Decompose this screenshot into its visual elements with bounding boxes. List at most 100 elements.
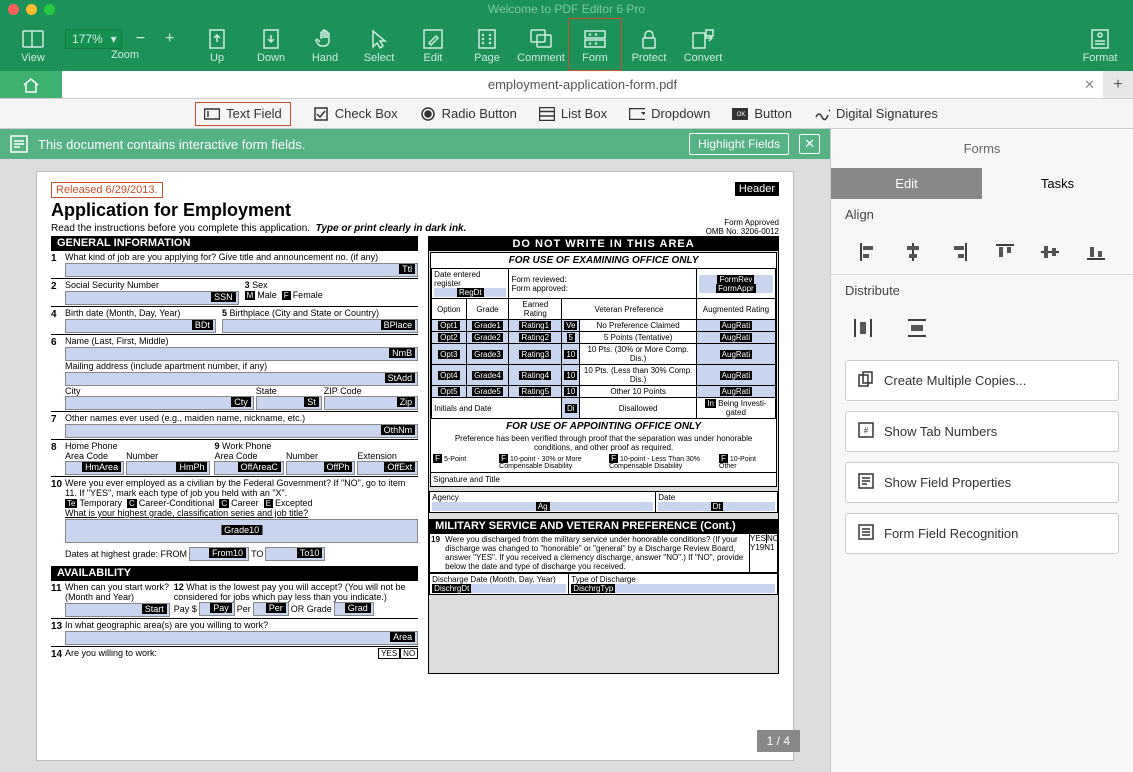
maximize-window-button[interactable] xyxy=(44,4,55,15)
sex-male-checkbox[interactable]: M xyxy=(245,291,256,300)
career-cond-checkbox[interactable]: C xyxy=(127,499,137,508)
protect-tool[interactable]: Protect xyxy=(622,18,676,71)
grade1-field[interactable]: Grade1 xyxy=(472,321,503,330)
city-field[interactable]: Cty xyxy=(65,396,254,410)
name-field[interactable]: NmB xyxy=(65,347,418,361)
birthplace-field[interactable]: BPlace xyxy=(222,319,418,333)
augrating3-field[interactable]: AugRati xyxy=(720,350,752,359)
align-right-button[interactable] xyxy=(947,240,971,264)
vp10b-field[interactable]: 10 xyxy=(564,371,577,380)
comment-tool[interactable]: Comment xyxy=(514,18,568,71)
augrating4-field[interactable]: AugRati xyxy=(720,371,752,380)
in-field[interactable]: In xyxy=(705,399,716,408)
date-field[interactable]: Dt xyxy=(711,502,723,511)
opt3-field[interactable]: Opt3 xyxy=(438,350,459,359)
address-field[interactable]: StAdd xyxy=(65,372,418,386)
grade2-field[interactable]: Grade2 xyxy=(472,333,503,342)
rating5-field[interactable]: Rating5 xyxy=(519,387,551,396)
down-tool[interactable]: Down xyxy=(244,18,298,71)
formappr-field[interactable]: FormAppr xyxy=(716,284,756,293)
button-tool[interactable]: OK Button xyxy=(732,106,792,122)
grade-field[interactable]: Grad xyxy=(334,602,374,616)
agency-field[interactable]: Ag xyxy=(536,502,550,511)
grade-to-field[interactable]: To10 xyxy=(265,547,325,561)
discharge-date-field[interactable]: DischrgDt xyxy=(432,584,471,593)
start-date-field[interactable]: Start xyxy=(65,603,170,617)
discharge-type-field[interactable]: DischrgTyp xyxy=(571,584,615,593)
pay-field[interactable]: Pay xyxy=(199,602,235,616)
zoom-select[interactable]: 177% xyxy=(65,29,122,49)
excepted-checkbox[interactable]: E xyxy=(264,499,273,508)
minimize-window-button[interactable] xyxy=(26,4,37,15)
other-names-field[interactable]: OthNm xyxy=(65,424,418,438)
birthdate-field[interactable]: BDt xyxy=(65,319,216,333)
ssn-field[interactable]: SSN xyxy=(65,291,239,305)
distribute-h-button[interactable] xyxy=(851,316,875,340)
temporary-checkbox[interactable]: Te xyxy=(65,499,77,508)
page-tool[interactable]: Page xyxy=(460,18,514,71)
home-tab[interactable] xyxy=(0,71,62,98)
opt4-field[interactable]: Opt4 xyxy=(438,371,459,380)
view-tool[interactable]: View xyxy=(6,18,60,71)
format-tool[interactable]: Format xyxy=(1073,18,1127,71)
q19-field[interactable]: Y19N1 xyxy=(750,543,774,552)
close-window-button[interactable] xyxy=(8,4,19,15)
vp5-field[interactable]: 5 xyxy=(567,333,575,342)
opt2-field[interactable]: Opt2 xyxy=(438,333,459,342)
grade3-field[interactable]: Grade3 xyxy=(472,350,503,359)
opt1-field[interactable]: Opt1 xyxy=(438,321,459,330)
highest-grade-field[interactable]: Grade10 xyxy=(65,519,418,543)
align-bottom-button[interactable] xyxy=(1084,240,1108,264)
zoom-in-button[interactable]: + xyxy=(159,30,180,48)
edit-tool[interactable]: Edit xyxy=(406,18,460,71)
state-field[interactable]: St xyxy=(256,396,322,410)
up-tool[interactable]: Up xyxy=(190,18,244,71)
distribute-v-button[interactable] xyxy=(905,316,929,340)
work-ext-field[interactable]: OffExt xyxy=(357,461,418,475)
close-tab-button[interactable]: ✕ xyxy=(1084,77,1095,93)
zoom-out-button[interactable]: − xyxy=(130,30,151,48)
select-tool[interactable]: Select xyxy=(352,18,406,71)
create-multiple-copies-button[interactable]: Create Multiple Copies... xyxy=(845,360,1119,401)
align-center-v-button[interactable] xyxy=(1038,240,1062,264)
home-area-field[interactable]: HmArea xyxy=(65,461,124,475)
new-tab-button[interactable]: + xyxy=(1103,71,1133,98)
close-banner-button[interactable]: ✕ xyxy=(799,134,820,154)
tab-edit[interactable]: Edit xyxy=(831,168,982,199)
align-top-button[interactable] xyxy=(993,240,1017,264)
tab-tasks[interactable]: Tasks xyxy=(982,168,1133,199)
career-checkbox[interactable]: C xyxy=(219,499,229,508)
show-field-properties-button[interactable]: Show Field Properties xyxy=(845,462,1119,503)
show-tab-numbers-button[interactable]: # Show Tab Numbers xyxy=(845,411,1119,452)
augrating1-field[interactable]: AugRati xyxy=(720,321,752,330)
work-phone-field[interactable]: OffPh xyxy=(286,461,355,475)
dropdown-tool[interactable]: Dropdown xyxy=(629,106,710,122)
formrev-field[interactable]: FormRev xyxy=(717,275,754,284)
work-area-field[interactable]: OffAreaC xyxy=(214,461,283,475)
header-field[interactable]: Header xyxy=(735,182,779,196)
align-left-button[interactable] xyxy=(856,240,880,264)
form-tool[interactable]: Form xyxy=(568,18,622,71)
list-box-tool[interactable]: List Box xyxy=(539,106,607,122)
di-field[interactable]: Di xyxy=(565,404,577,413)
highlight-fields-button[interactable]: Highlight Fields xyxy=(689,133,789,155)
opt5-field[interactable]: Opt5 xyxy=(438,387,459,396)
per-field[interactable]: Per xyxy=(253,602,289,616)
text-field-tool[interactable]: Text Field xyxy=(195,102,291,126)
digital-signatures-tool[interactable]: Digital Signatures xyxy=(814,106,938,122)
sex-female-checkbox[interactable]: F xyxy=(282,291,291,300)
radio-button-tool[interactable]: Radio Button xyxy=(420,106,517,122)
regdt-field[interactable]: RegDt xyxy=(457,288,484,297)
rating1-field[interactable]: Rating1 xyxy=(519,321,551,330)
rating4-field[interactable]: Rating4 xyxy=(519,371,551,380)
vp10c-field[interactable]: 10 xyxy=(564,387,577,396)
convert-tool[interactable]: Convert xyxy=(676,18,730,71)
ve-field[interactable]: Ve xyxy=(564,321,577,330)
check-box-tool[interactable]: Check Box xyxy=(313,106,398,122)
rating3-field[interactable]: Rating3 xyxy=(519,350,551,359)
grade5-field[interactable]: Grade5 xyxy=(472,387,503,396)
grade4-field[interactable]: Grade4 xyxy=(472,371,503,380)
zip-field[interactable]: Zip xyxy=(324,396,418,410)
form-field-recognition-button[interactable]: Form Field Recognition xyxy=(845,513,1119,554)
rating2-field[interactable]: Rating2 xyxy=(519,333,551,342)
